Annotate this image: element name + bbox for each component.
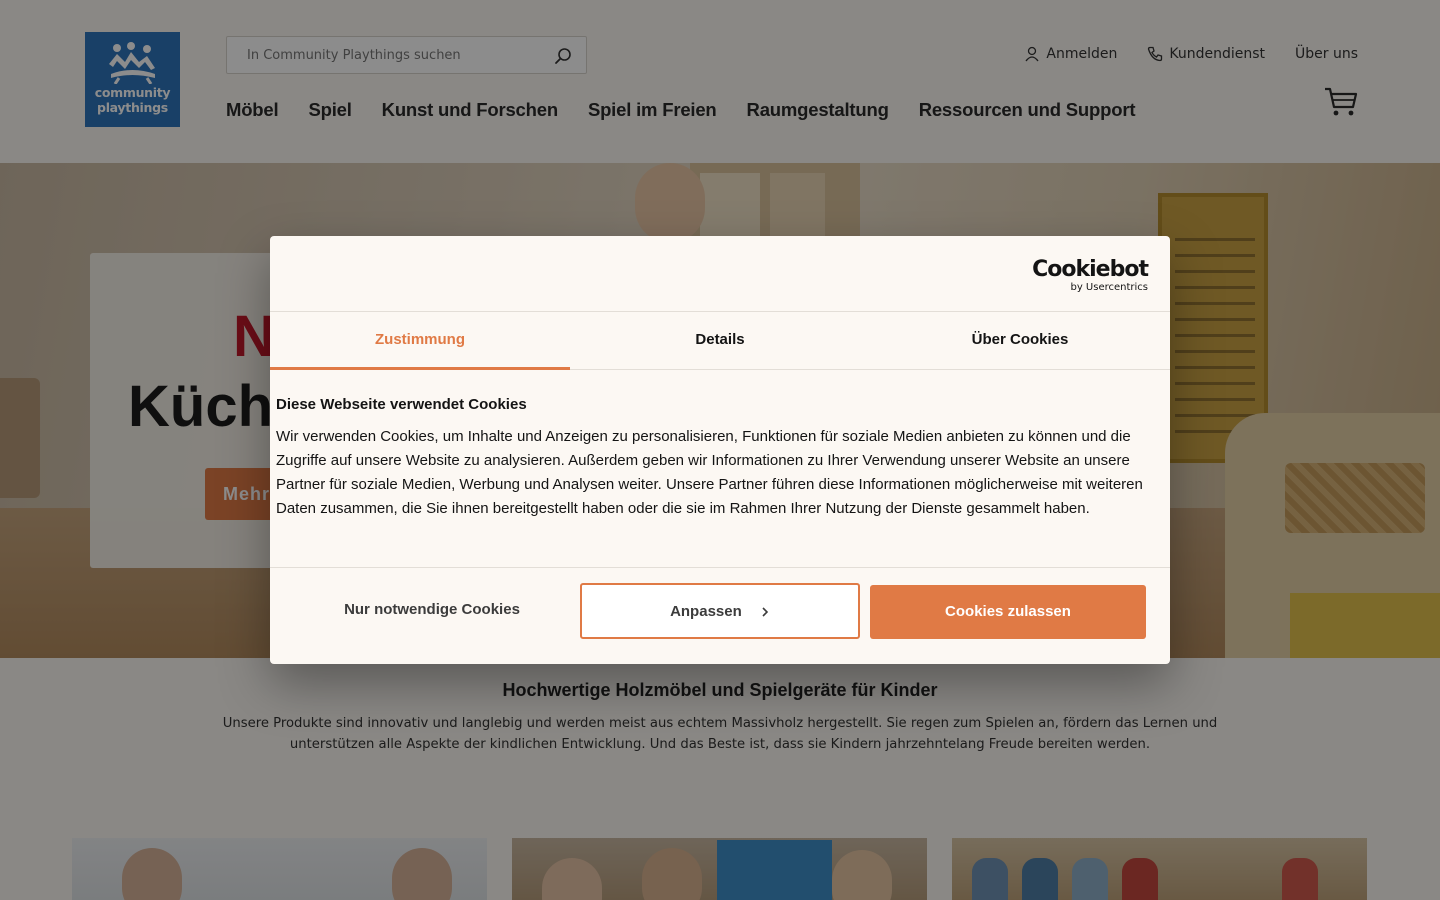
cookie-dialog-text: Wir verwenden Cookies, um Inhalte und An… (276, 428, 1143, 517)
necessary-cookies-button[interactable]: Nur notwendige Cookies (296, 583, 568, 639)
tab-details[interactable]: Details (570, 312, 870, 369)
allow-cookies-label: Cookies zulassen (945, 603, 1071, 620)
tab-consent[interactable]: Zustimmung (270, 312, 570, 370)
necessary-cookies-label: Nur notwendige Cookies (344, 601, 520, 618)
cookie-consent-dialog: Cookiebot by Usercentrics Zustimmung Det… (270, 236, 1170, 664)
cookie-dialog-divider (270, 567, 1170, 568)
chevron-right-icon (762, 607, 769, 617)
tab-about-cookies[interactable]: Über Cookies (870, 312, 1170, 369)
customize-label: Anpassen (670, 603, 742, 620)
cookiebot-logo: Cookiebot by Usercentrics (1032, 257, 1149, 294)
cookie-tabs: Zustimmung Details Über Cookies (270, 311, 1170, 370)
cookiebot-brand: Cookiebot (1032, 257, 1149, 282)
customize-button[interactable]: Anpassen (580, 583, 860, 639)
cookie-dialog-heading: Diese Webseite verwendet Cookies (276, 396, 527, 413)
cookiebot-brand-sub: by Usercentrics (1070, 282, 1148, 293)
allow-cookies-button[interactable]: Cookies zulassen (870, 585, 1146, 639)
